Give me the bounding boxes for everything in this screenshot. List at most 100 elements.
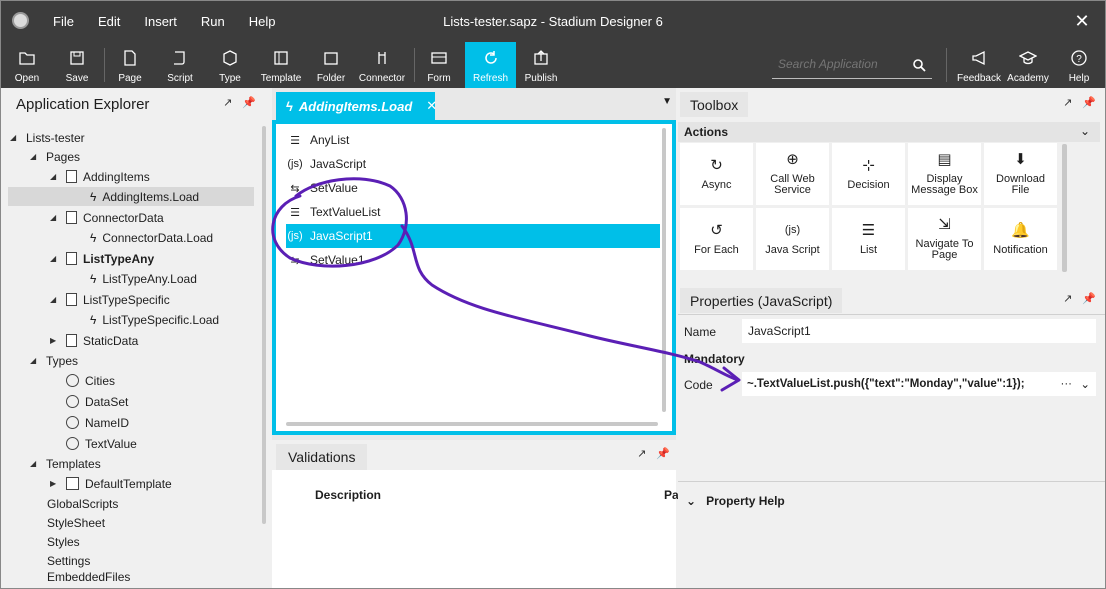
tree-node-stylesheet[interactable]: StyleSheet [47, 513, 105, 532]
list-item-selected[interactable]: (js) JavaScript1 [286, 224, 660, 248]
chevron-down-icon[interactable]: ⌄ [1080, 377, 1090, 391]
more-options-icon[interactable]: ··· [1061, 378, 1073, 390]
megaphone-icon [972, 50, 985, 66]
form-button[interactable]: Form [424, 42, 454, 88]
float-icon[interactable]: ↗ [637, 447, 646, 460]
publish-button[interactable]: Publish [522, 42, 560, 88]
tree-node-root[interactable]: ◢ Lists-tester [10, 128, 85, 147]
tool-display-message-box[interactable]: ▤ Display Message Box [908, 143, 981, 205]
tree-node-types[interactable]: ◢ Types [30, 351, 78, 370]
help-button[interactable]: ? Help [1064, 42, 1094, 88]
list-item[interactable]: ⇆ SetValue [286, 176, 660, 200]
editor-vertical-scrollbar[interactable] [662, 128, 666, 412]
validations-panel: Validations ↗ 📌 Description Pa [272, 440, 679, 589]
tree-node-styles[interactable]: Styles [47, 532, 80, 551]
menu-file[interactable]: File [53, 14, 74, 29]
tree-node-globalscripts[interactable]: GlobalScripts [47, 494, 118, 513]
property-help-toggle[interactable]: ⌄ Property Help [686, 494, 785, 508]
tab-addingitems-load[interactable]: ϟ AddingItems.Load ✕ [276, 92, 437, 120]
tree-node-staticdata[interactable]: ▶ StaticData [50, 331, 138, 350]
float-icon[interactable]: ↗ [1063, 292, 1072, 305]
tool-list[interactable]: ☰ List [832, 208, 905, 270]
float-icon[interactable]: ↗ [223, 96, 232, 109]
pin-icon[interactable]: 📌 [242, 96, 256, 109]
tree-node-nameid[interactable]: NameID [66, 413, 129, 432]
name-field[interactable]: JavaScript1 [742, 319, 1096, 343]
save-button[interactable]: Save [60, 42, 94, 88]
tree-node-addingitems-load[interactable]: ϟ AddingItems.Load [8, 187, 254, 206]
tree-node-listtypespecific[interactable]: ◢ ListTypeSpecific [50, 290, 170, 309]
type-button[interactable]: Type [214, 42, 246, 88]
search-input[interactable] [772, 57, 902, 71]
tab-overflow-icon[interactable]: ▼ [662, 96, 672, 107]
tree-node-listtypespecific-load[interactable]: ϟ ListTypeSpecific.Load [90, 310, 219, 329]
tree-node-defaulttemplate[interactable]: ▶ DefaultTemplate [50, 474, 172, 493]
actions-section-header[interactable]: Actions ⌄ [678, 122, 1100, 142]
pa-column-header[interactable]: Pa [664, 488, 679, 502]
svg-text:?: ? [1076, 54, 1082, 65]
list-item[interactable]: ☰ AnyList [286, 128, 660, 152]
tool-decision[interactable]: ⊹ Decision [832, 143, 905, 205]
menu-help[interactable]: Help [249, 14, 276, 29]
tool-call-web-service[interactable]: ⊕ Call Web Service [756, 143, 829, 205]
expanded-arrow-icon: ◢ [50, 213, 57, 222]
description-column-header[interactable]: Description [315, 488, 381, 502]
help-icon: ? [1071, 50, 1087, 66]
script-button[interactable]: Script [163, 42, 197, 88]
collapsed-arrow-icon: ▶ [50, 479, 57, 488]
search-icon[interactable] [912, 58, 926, 72]
tree-node-templates[interactable]: ◢ Templates [30, 454, 101, 473]
page-button[interactable]: Page [114, 42, 146, 88]
tool-async[interactable]: ↻ Async [680, 143, 753, 205]
tree-node-connectordata-load[interactable]: ϟ ConnectorData.Load [90, 228, 213, 247]
tree-node-embeddedfiles[interactable]: EmbeddedFiles [47, 570, 130, 584]
tree-node-listtypeany-load[interactable]: ϟ ListTypeAny.Load [90, 269, 197, 288]
app-logo-icon [12, 12, 29, 29]
tool-for-each[interactable]: ↺ For Each [680, 208, 753, 270]
feedback-button[interactable]: Feedback [956, 42, 1002, 88]
javascript-icon: (js) [784, 223, 801, 236]
float-icon[interactable]: ↗ [1063, 96, 1072, 109]
tree-node-connectordata[interactable]: ◢ ConnectorData [50, 208, 164, 227]
open-button[interactable]: Open [10, 42, 44, 88]
code-field[interactable]: ~.TextValueList.push({"text":"Monday","v… [742, 372, 1096, 396]
tool-notification[interactable]: 🔔 Notification [984, 208, 1057, 270]
pin-icon[interactable]: 📌 [656, 447, 670, 460]
tree-node-listtypeany[interactable]: ◢ ListTypeAny [50, 249, 154, 268]
menu-insert[interactable]: Insert [144, 14, 177, 29]
academy-button[interactable]: Academy [1006, 42, 1050, 88]
page-icon [66, 211, 77, 224]
tree-node-pages[interactable]: ◢ Pages [30, 147, 80, 166]
pin-icon[interactable]: 📌 [1082, 292, 1096, 305]
tool-download-file[interactable]: ⬇ Download File [984, 143, 1057, 205]
tree-node-addingitems[interactable]: ◢ AddingItems [50, 167, 150, 186]
tree-node-dataset[interactable]: DataSet [66, 392, 128, 411]
toolbox-title: Toolbox [680, 92, 749, 117]
pin-icon[interactable]: 📌 [1082, 96, 1096, 109]
folder-button[interactable]: Folder [314, 42, 348, 88]
explorer-scrollbar[interactable] [262, 126, 266, 524]
tree-node-settings[interactable]: Settings [47, 551, 90, 570]
set-value-icon: ⇆ [290, 182, 300, 195]
list-item[interactable]: ☰ TextValueList [286, 200, 660, 224]
close-window-button[interactable]: ✕ [1058, 0, 1106, 42]
list-item[interactable]: ⇆ SetValue1 [286, 248, 660, 272]
connector-button[interactable]: Connector [356, 42, 408, 88]
list-item[interactable]: (js) JavaScript [286, 152, 660, 176]
tool-navigate-to-page[interactable]: ⇲ Navigate To Page [908, 208, 981, 270]
menu-run[interactable]: Run [201, 14, 225, 29]
menu-edit[interactable]: Edit [98, 14, 120, 29]
page-icon [66, 293, 77, 306]
javascript-icon: (js) [287, 158, 303, 170]
editor-horizontal-scrollbar[interactable] [286, 422, 658, 426]
close-icon: ✕ [1074, 10, 1090, 31]
toolbox-scrollbar[interactable] [1062, 144, 1067, 272]
refresh-button[interactable]: Refresh [465, 42, 516, 88]
type-icon [66, 374, 79, 387]
template-button[interactable]: Template [258, 42, 304, 88]
tree-node-cities[interactable]: Cities [66, 371, 115, 390]
search-box[interactable] [772, 57, 932, 79]
tool-java-script[interactable]: (js) Java Script [756, 208, 829, 270]
close-tab-icon[interactable]: ✕ [426, 98, 437, 114]
tree-node-textvalue[interactable]: TextValue [66, 434, 137, 453]
